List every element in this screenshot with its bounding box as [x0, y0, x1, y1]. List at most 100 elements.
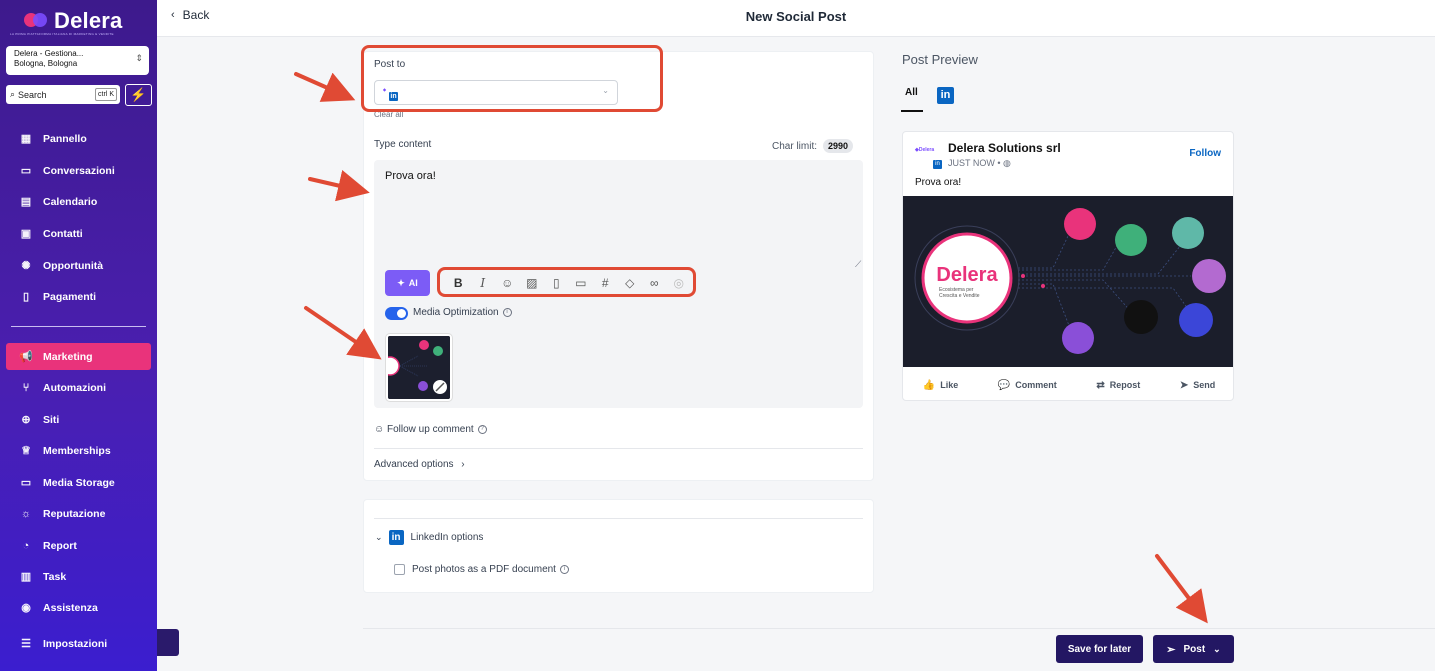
sidebar-item-siti[interactable]: ⊕ Siti: [6, 406, 151, 433]
sidebar-item-contatti[interactable]: ▣ Contatti: [6, 220, 151, 247]
page-title: New Social Post: [745, 9, 847, 24]
settings-icon: ☰: [21, 638, 31, 650]
linkedin-icon: in: [940, 89, 951, 101]
linkedin-icon: in: [933, 160, 942, 169]
sidebar-item-opportunita[interactable]: ✺ Opportunità: [6, 252, 151, 279]
linkedin-icon: in: [388, 530, 404, 545]
post-button[interactable]: ➢ Post ⌄: [1153, 635, 1234, 663]
advanced-options-label: Advanced options: [374, 459, 454, 470]
sidebar-item-conversazioni[interactable]: ▭ Conversazioni: [6, 157, 151, 184]
like-action: 👍 Like: [923, 380, 958, 391]
send-icon: ➢: [1166, 643, 1176, 656]
sidebar-item-calendario[interactable]: ▤ Calendario: [6, 188, 151, 215]
sidebar-item-label: Media Storage: [43, 476, 115, 489]
sidebar-item-automazioni[interactable]: ⑂ Automazioni: [6, 374, 151, 401]
info-icon[interactable]: i: [559, 565, 569, 574]
sidebar-item-memberships[interactable]: ♕ Memberships: [6, 437, 151, 464]
crown-icon: ♕: [21, 445, 31, 457]
info-icon[interactable]: i: [502, 307, 512, 317]
sidebar-collapse-tab[interactable]: [157, 629, 179, 656]
sidebar-item-label: Pannello: [43, 132, 87, 145]
sidebar-item-assistenza[interactable]: ◉ Assistenza: [6, 594, 151, 621]
post-label: Post: [1183, 643, 1206, 655]
content-text[interactable]: Prova ora!: [385, 170, 436, 182]
chat-icon: ▭: [20, 165, 32, 177]
sidebar-item-label: Assistenza: [43, 601, 98, 614]
sparkle-icon: ✦: [397, 277, 405, 288]
pdf-checkbox[interactable]: [394, 564, 405, 575]
char-limit-label: Char limit:: [772, 140, 818, 152]
ai-button[interactable]: ✦ AI: [385, 270, 430, 296]
sidebar-item-label: Automazioni: [43, 381, 106, 394]
megaphone-icon: 📢: [19, 351, 33, 363]
resize-handle-icon[interactable]: ⟋: [855, 259, 861, 270]
sidebar-item-pannello[interactable]: ▦ Pannello: [6, 125, 151, 152]
sidebar-item-marketing[interactable]: 📢 Marketing: [6, 343, 151, 370]
linkedin-options-label: LinkedIn options: [410, 532, 484, 543]
annotation-arrow-post: [1155, 554, 1208, 624]
ai-label: AI: [408, 278, 418, 288]
preview-timestamp-text: JUST NOW •: [948, 158, 1001, 168]
search-box[interactable]: ⌕ Search ctrl K: [6, 85, 120, 104]
bolt-icon: ⚡: [130, 87, 147, 102]
comment-icon: ☺: [374, 424, 385, 435]
location-line2: Bologna, Bologna: [14, 59, 78, 68]
tab-linkedin[interactable]: in: [937, 87, 954, 104]
sidebar-item-label: Reputazione: [43, 507, 106, 520]
sidebar-item-label: Report: [43, 539, 77, 552]
advanced-options-toggle[interactable]: Advanced options ›: [374, 459, 465, 470]
annotation-arrow-content: [308, 170, 370, 202]
sidebar-item-pagamenti[interactable]: ▯ Pagamenti: [6, 283, 151, 310]
location-switcher[interactable]: Delera - Gestiona... Bologna, Bologna ⇕: [6, 46, 149, 75]
media-optimization-label: Media Optimization i: [413, 307, 512, 318]
media-optimization-toggle[interactable]: [385, 307, 408, 320]
quick-actions-button[interactable]: ⚡: [125, 84, 152, 106]
chevron-right-icon: ›: [461, 459, 465, 470]
char-limit: Char limit: 2990: [772, 139, 854, 153]
sidebar-item-media-storage[interactable]: ▭ Media Storage: [6, 469, 151, 496]
preview-account-name: Delera Solutions srl: [948, 141, 1061, 155]
linkedin-post-preview: ◆Delera in Delera Solutions srl JUST NOW…: [902, 131, 1234, 401]
save-for-later-button[interactable]: Save for later: [1056, 635, 1143, 663]
preview-image: Delera Ecosistema per Crescita e Vendite: [903, 196, 1233, 367]
preview-text: Prova ora!: [915, 177, 962, 188]
sidebar-item-report[interactable]: ◔ Report: [6, 532, 151, 559]
annotation-box-post-to: [361, 45, 663, 112]
sidebar-item-label: Calendario: [43, 195, 98, 208]
follow-button[interactable]: Follow: [1189, 148, 1221, 159]
sidebar-item-reputazione[interactable]: ☼ Reputazione: [6, 500, 151, 527]
annotation-box-toolbar: [437, 267, 696, 297]
dashboard-icon: ▦: [20, 133, 32, 145]
media-optimization-text: Media Optimization: [413, 307, 499, 318]
sidebar-item-label: Impostazioni: [43, 637, 108, 650]
globe-icon: ⊕: [21, 414, 31, 426]
delera-mini-logo: ◆Delera: [915, 147, 935, 153]
lightbulb-icon: ✺: [21, 260, 31, 272]
sidebar-item-task[interactable]: ▥ Task: [6, 563, 151, 590]
tab-all-underline: [901, 110, 923, 112]
calendar-icon: ▤: [20, 196, 32, 208]
sidebar-item-label: Opportunità: [43, 259, 104, 272]
pdf-document-option[interactable]: Post photos as a PDF document i: [394, 564, 569, 575]
updown-chevron-icon: ⇕: [135, 53, 143, 63]
chevron-down-icon: ⌄: [1213, 643, 1221, 654]
tab-all[interactable]: All: [905, 87, 918, 98]
follow-up-comment[interactable]: ☺ Follow up comment?: [374, 424, 487, 435]
char-limit-value: 2990: [823, 139, 854, 153]
annotation-arrow-post-to: [294, 72, 356, 102]
sidebar-item-label: Siti: [43, 413, 60, 426]
linkedin-options-toggle[interactable]: ⌄ in LinkedIn options: [375, 530, 483, 545]
comment-label: Comment: [1015, 379, 1057, 390]
globe-icon: ◍: [1000, 158, 1011, 168]
sidebar-item-label: Conversazioni: [43, 164, 115, 177]
media-thumbnail[interactable]: [386, 334, 452, 401]
chevron-down-icon: ⌄: [375, 532, 383, 542]
sidebar: Delera LA PRIMA PIATTAFORMA ITALIANA DI …: [0, 0, 157, 671]
repost-icon: ⇄: [1096, 379, 1105, 391]
preview-title: Post Preview: [902, 52, 978, 67]
send-icon: ➤: [1179, 379, 1189, 391]
back-button[interactable]: ‹ Back: [171, 8, 209, 22]
help-icon[interactable]: ?: [477, 424, 487, 434]
preview-image-subtitle-2: Crescita e Vendite: [939, 293, 980, 299]
sidebar-item-impostazioni[interactable]: ☰ Impostazioni: [6, 630, 151, 657]
